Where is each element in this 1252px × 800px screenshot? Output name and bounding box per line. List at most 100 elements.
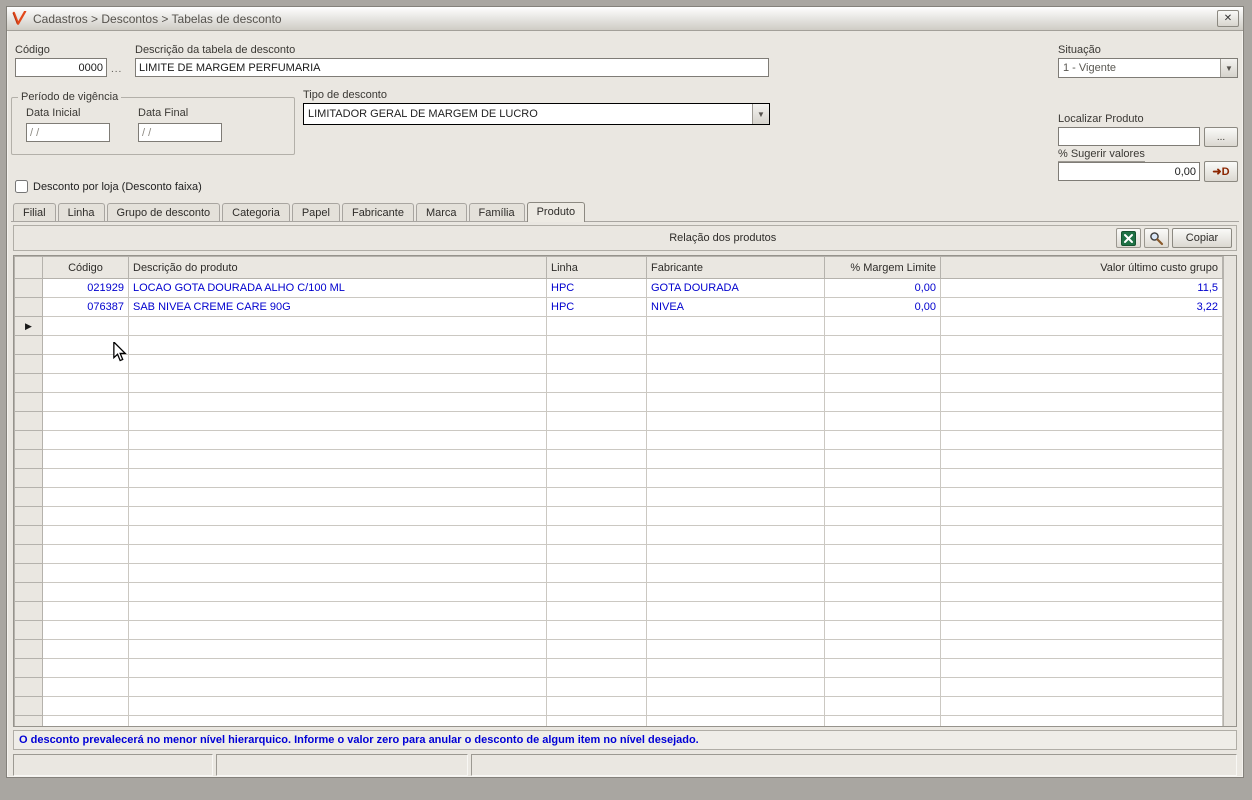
empty-cell[interactable] [547,602,647,621]
situacao-dropdown-arrow-icon[interactable]: ▼ [1220,59,1237,77]
empty-cell[interactable] [129,602,547,621]
grid-empty-row[interactable] [15,431,1223,450]
empty-cell[interactable] [647,602,825,621]
empty-cell[interactable] [129,564,547,583]
empty-cell[interactable] [43,659,129,678]
cell-fabricante[interactable]: GOTA DOURADA [647,279,825,298]
cell-codigo[interactable]: 021929 [43,279,129,298]
grid-empty-row[interactable] [15,716,1223,728]
grid-empty-row[interactable] [15,526,1223,545]
empty-cell[interactable] [825,336,941,355]
empty-cell[interactable] [129,393,547,412]
empty-cell[interactable] [941,602,1223,621]
row-selector[interactable] [15,336,43,355]
cell-descricao[interactable]: SAB NIVEA CREME CARE 90G [129,298,547,317]
empty-cell[interactable] [647,640,825,659]
codigo-input[interactable] [15,58,107,77]
grid-row-2[interactable]: 076387 SAB NIVEA CREME CARE 90G HPC NIVE… [15,298,1223,317]
empty-cell[interactable] [825,393,941,412]
row-selector[interactable] [15,279,43,298]
empty-cell[interactable] [941,678,1223,697]
empty-cell[interactable] [941,317,1223,336]
empty-cell[interactable] [43,697,129,716]
empty-cell[interactable] [547,393,647,412]
empty-cell[interactable] [647,317,825,336]
empty-cell[interactable] [547,507,647,526]
grid-empty-row[interactable] [15,374,1223,393]
tipo-desconto-dropdown-arrow-icon[interactable]: ▼ [752,104,769,124]
codigo-browse-button[interactable]: ... [111,64,122,75]
row-selector[interactable] [15,355,43,374]
row-selector[interactable] [15,450,43,469]
empty-cell[interactable] [825,602,941,621]
grid-empty-row[interactable] [15,640,1223,659]
sugerir-apply-button[interactable]: ➜D [1204,161,1238,182]
tab-família[interactable]: Família [469,203,525,221]
close-button[interactable]: ✕ [1217,10,1239,27]
empty-cell[interactable] [129,640,547,659]
row-selector[interactable] [15,488,43,507]
empty-cell[interactable] [547,621,647,640]
empty-cell[interactable] [43,640,129,659]
cell-custo[interactable]: 3,22 [941,298,1223,317]
empty-cell[interactable] [941,621,1223,640]
empty-cell[interactable] [129,583,547,602]
row-selector[interactable] [15,716,43,728]
tab-marca[interactable]: Marca [416,203,467,221]
copy-button[interactable]: Copiar [1172,228,1232,248]
data-inicial-input[interactable] [26,123,110,142]
empty-cell[interactable] [647,412,825,431]
row-selector[interactable] [15,678,43,697]
sugerir-valores-input[interactable] [1058,162,1200,181]
empty-cell[interactable] [825,526,941,545]
empty-cell[interactable] [941,716,1223,728]
row-selector[interactable] [15,545,43,564]
empty-cell[interactable] [647,716,825,728]
empty-cell[interactable] [547,412,647,431]
row-selector[interactable] [15,298,43,317]
header-valor-ultimo-custo[interactable]: Valor último custo grupo [941,257,1223,279]
empty-cell[interactable] [647,431,825,450]
empty-cell[interactable] [547,336,647,355]
empty-cell[interactable] [129,355,547,374]
empty-cell[interactable] [647,545,825,564]
grid-empty-row[interactable] [15,545,1223,564]
empty-cell[interactable] [129,526,547,545]
header-margem-limite[interactable]: % Margem Limite [825,257,941,279]
empty-cell[interactable] [43,488,129,507]
empty-cell[interactable] [43,621,129,640]
current-row-indicator[interactable]: ▶ [15,317,43,336]
empty-cell[interactable] [647,678,825,697]
empty-cell[interactable] [647,564,825,583]
grid-empty-row[interactable] [15,450,1223,469]
empty-cell[interactable] [941,564,1223,583]
empty-cell[interactable] [825,716,941,728]
tab-linha[interactable]: Linha [58,203,105,221]
descricao-input[interactable] [135,58,769,77]
empty-cell[interactable] [825,507,941,526]
empty-cell[interactable] [43,431,129,450]
empty-cell[interactable] [43,545,129,564]
empty-cell[interactable] [547,488,647,507]
empty-cell[interactable] [825,431,941,450]
empty-cell[interactable] [43,716,129,728]
empty-cell[interactable] [941,640,1223,659]
cell-descricao[interactable]: LOCAO GOTA DOURADA ALHO C/100 ML [129,279,547,298]
row-selector[interactable] [15,526,43,545]
grid-empty-row[interactable]: ▶ [15,317,1223,336]
desconto-por-loja-checkbox[interactable] [15,180,28,193]
grid-empty-row[interactable] [15,412,1223,431]
empty-cell[interactable] [129,469,547,488]
empty-cell[interactable] [43,583,129,602]
empty-cell[interactable] [129,317,547,336]
grid-empty-row[interactable] [15,488,1223,507]
empty-cell[interactable] [647,336,825,355]
empty-cell[interactable] [941,336,1223,355]
empty-cell[interactable] [825,488,941,507]
empty-cell[interactable] [129,507,547,526]
empty-cell[interactable] [43,469,129,488]
empty-cell[interactable] [647,469,825,488]
empty-cell[interactable] [941,545,1223,564]
empty-cell[interactable] [547,374,647,393]
row-selector[interactable] [15,431,43,450]
